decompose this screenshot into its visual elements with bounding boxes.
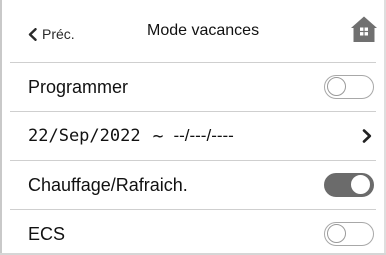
chauffage-row: Chauffage/Rafraich.	[10, 161, 376, 209]
page-title: Mode vacances	[147, 22, 260, 39]
toggle-knob	[327, 77, 346, 96]
date-separator: ~	[152, 125, 164, 147]
programmer-label: Programmer	[28, 76, 129, 97]
start-date: 22/Sep/2022	[28, 126, 141, 146]
programmer-row: Programmer	[10, 63, 376, 111]
chevron-left-icon	[28, 27, 37, 41]
ecs-label: ECS	[28, 223, 66, 244]
chauffage-toggle[interactable]	[324, 173, 374, 197]
programmer-toggle[interactable]	[324, 75, 374, 99]
chauffage-label: Chauffage/Rafraich.	[28, 174, 188, 195]
ecs-toggle[interactable]	[324, 222, 374, 246]
chevron-right-icon[interactable]	[362, 129, 372, 143]
toggle-knob	[351, 175, 370, 194]
date-range-row[interactable]: 22/Sep/2022 ~ --/---/----	[10, 112, 376, 160]
screen-frame-left	[0, 0, 2, 255]
ecs-row: ECS	[10, 210, 376, 255]
back-button[interactable]: Préc.	[28, 24, 75, 44]
toggle-knob	[327, 224, 346, 243]
end-date: --/---/----	[173, 126, 234, 145]
back-button-label: Préc.	[42, 26, 75, 42]
home-button[interactable]	[350, 15, 378, 43]
header-bar: Préc. Mode vacances	[10, 0, 380, 62]
home-icon	[351, 16, 377, 42]
holiday-mode-screen: Préc. Mode vacances Programmer 22/Sep/20…	[0, 0, 386, 255]
date-range: 22/Sep/2022 ~ --/---/----	[28, 126, 234, 147]
